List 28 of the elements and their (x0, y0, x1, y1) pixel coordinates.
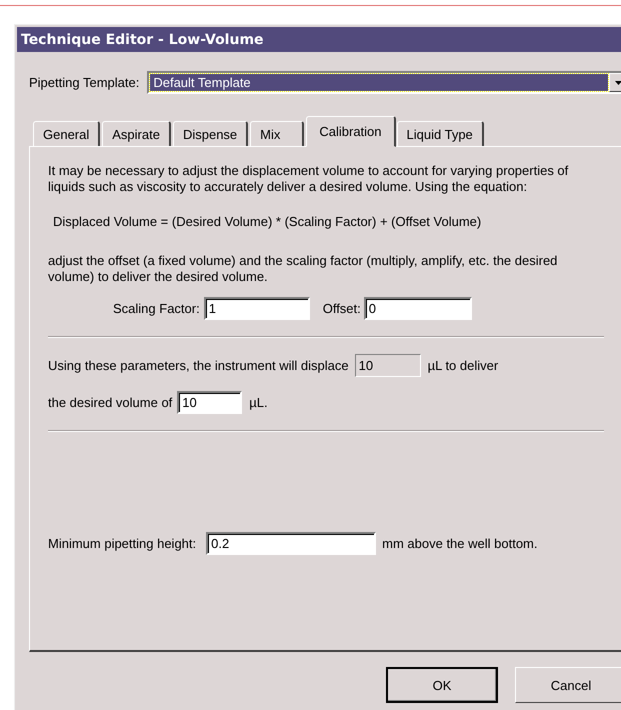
result-text: Using these parameters, the instrument will displace (48, 358, 349, 373)
description-text: It may be necessary to adjust the displacement volume to account for varying properties of liquids such as viscosity to accurately deliver a desired volume. Using the equation: (48, 163, 570, 195)
tab[interactable]: Mix (250, 121, 304, 146)
tab[interactable]: Dispense (172, 121, 248, 146)
input-field[interactable]: 1 (204, 297, 310, 320)
unit-label: µL. (249, 395, 268, 410)
tab[interactable]: Calibration (306, 116, 396, 147)
dropdown-arrow-icon[interactable] (615, 80, 621, 84)
readonly-field[interactable]: 10 (354, 354, 421, 377)
equation-text: Displaced Volume = (Desired Volume) * (Scaling Factor) + (Offset Volume) (53, 214, 482, 230)
unit-label: mm above the well bottom. (382, 536, 538, 551)
input-field[interactable]: 0.2 (206, 532, 376, 555)
tab[interactable]: General (33, 121, 100, 146)
input-field[interactable]: 0 (364, 297, 472, 320)
tab[interactable]: Liquid Type (396, 121, 484, 146)
input-field[interactable]: 10 (177, 391, 242, 414)
unit-label: µL to deliver (428, 358, 498, 373)
template-dropdown[interactable]: Default Template (147, 71, 621, 94)
instruction-text: adjust the offset (a fixed volume) and the scaling factor (multiply, amplify, etc. the desired volume) to deliver the desired volume. (48, 253, 558, 285)
dialog-button[interactable]: OK (386, 667, 498, 703)
field-label: Minimum pipetting height: (48, 536, 196, 551)
tab[interactable]: Aspirate (102, 121, 171, 146)
field-label: the desired volume of (48, 395, 172, 410)
dialog-button[interactable]: Cancel (515, 667, 621, 703)
field-label: Scaling Factor: (113, 301, 200, 316)
field-label: Offset: (322, 301, 361, 316)
window-title: Technique Editor - Low-Volume (17, 27, 621, 52)
field-label: Pipetting Template: (29, 75, 140, 90)
